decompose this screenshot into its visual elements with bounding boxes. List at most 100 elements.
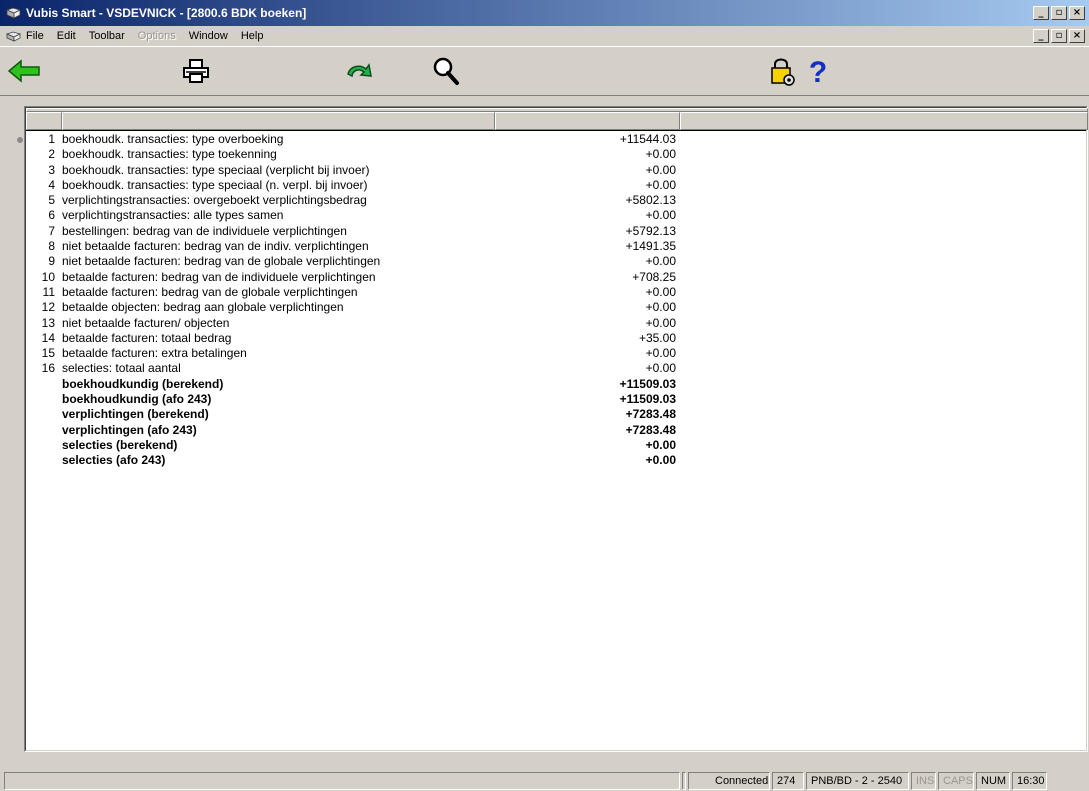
row-description: boekhoudk. transacties: type speciaal (v…: [62, 162, 370, 177]
header-col-description[interactable]: [62, 112, 495, 130]
row-indicator-icon: [17, 137, 23, 143]
menu-options: Options: [137, 30, 176, 42]
help-button[interactable]: ?: [798, 51, 838, 91]
table-row[interactable]: 5 verplichtingstransacties: overgeboekt v…: [26, 193, 1086, 208]
row-description: betaalde objecten: bedrag aan globale ve…: [62, 300, 344, 315]
table-row[interactable]: 2 boekhoudk. transacties: type toekenning…: [26, 147, 1086, 162]
row-value: +0.00: [645, 346, 676, 361]
table-row[interactable]: 3 boekhoudk. transacties: type speciaal (…: [26, 163, 1086, 178]
window-title: Vubis Smart - VSDEVNICK - [2800.6 BDK bo…: [26, 6, 307, 20]
row-description: selecties: totaal aantal: [62, 361, 181, 376]
document-close-button[interactable]: ×: [1069, 29, 1085, 43]
row-value: +11544.03: [619, 132, 676, 146]
row-value: +0.00: [645, 147, 676, 162]
header-divider: [26, 130, 1086, 131]
app-window: Vubis Smart - VSDEVNICK - [2800.6 BDK bo…: [0, 0, 1089, 791]
row-value: +0.00: [645, 208, 676, 223]
data-grid: 1 boekhoudk. transacties: type overboekin…: [24, 106, 1088, 752]
menu-help[interactable]: Help: [241, 30, 264, 42]
row-description: verplichtingstransacties: overgeboekt ve…: [62, 193, 367, 208]
menu-list: File Edit Toolbar Options Window Help: [26, 30, 276, 42]
menu-edit[interactable]: Edit: [57, 30, 76, 42]
window-controls: _ ▫ ×: [1033, 6, 1085, 20]
row-number: 1: [48, 132, 55, 146]
table-row[interactable]: 10 betaalde facturen: bedrag van de indiv…: [26, 270, 1086, 285]
row-description: betaalde facturen: totaal bedrag: [62, 330, 232, 345]
table-row[interactable]: 11 betaalde facturen: bedrag van de globa…: [26, 285, 1086, 300]
table-row[interactable]: 13 niet betaalde facturen/ objecten +0.00: [26, 316, 1086, 331]
row-description: niet betaalde facturen: bedrag van de gl…: [62, 254, 381, 269]
svg-text:?: ?: [809, 56, 827, 87]
redo-button[interactable]: [340, 51, 380, 91]
summary-description: boekhoudkundig (afo 243): [62, 392, 212, 407]
summary-description: selecties (berekend): [62, 437, 178, 452]
document-minimize-button[interactable]: _: [1033, 29, 1049, 43]
help-question-icon: ?: [809, 56, 827, 87]
table-row[interactable]: 14 betaalde facturen: totaal bedrag +35.00: [26, 331, 1086, 346]
table-row[interactable]: 7 bestellingen: bedrag van de individuele…: [26, 224, 1086, 239]
row-list: 1 boekhoudk. transacties: type overboekin…: [26, 132, 1086, 469]
document-restore-button[interactable]: ▫: [1051, 29, 1067, 43]
close-button[interactable]: ×: [1069, 6, 1085, 20]
document-logo-icon[interactable]: [6, 30, 22, 43]
row-number: 3: [48, 162, 55, 177]
row-value: +35.00: [638, 330, 676, 345]
row-value: +0.00: [645, 361, 676, 376]
table-row[interactable]: 16 selecties: totaal aantal +0.00: [26, 361, 1086, 376]
header-col-extra[interactable]: [680, 112, 1088, 130]
grid-frame: 1 boekhoudk. transacties: type overboekin…: [25, 107, 1088, 751]
table-row[interactable]: 12 betaalde objecten: bedrag aan globale …: [26, 300, 1086, 315]
minimize-button[interactable]: _: [1033, 6, 1049, 20]
summary-row[interactable]: verplichtingen (afo 243) +7283.48: [26, 423, 1086, 438]
search-button[interactable]: [426, 51, 466, 91]
row-value: +0.00: [645, 315, 676, 330]
menu-toolbar[interactable]: Toolbar: [89, 30, 125, 42]
table-row[interactable]: 8 niet betaalde facturen: bedrag van de i…: [26, 239, 1086, 254]
row-number: 10: [41, 269, 55, 284]
table-row[interactable]: 1 boekhoudk. transacties: type overboekin…: [26, 132, 1086, 147]
summary-row[interactable]: boekhoudkundig (berekend) +11509.03: [26, 377, 1086, 392]
row-value: +0.00: [645, 254, 676, 269]
row-value: +5802.13: [625, 193, 676, 208]
summary-description: verplichtingen (berekend): [62, 407, 209, 422]
row-description: betaalde facturen: bedrag van de globale…: [62, 284, 358, 299]
security-button[interactable]: [762, 51, 802, 91]
summary-row[interactable]: boekhoudkundig (afo 243) +11509.03: [26, 392, 1086, 407]
summary-value: +7283.48: [625, 407, 676, 422]
status-connection: Connected: [688, 772, 770, 790]
summary-description: selecties (afo 243): [62, 453, 166, 468]
row-number: 4: [48, 177, 55, 192]
summary-row[interactable]: selecties (berekend) +0.00: [26, 438, 1086, 453]
status-count: 274: [772, 772, 804, 790]
status-message: [4, 772, 680, 790]
row-description: boekhoudk. transacties: type overboeking: [62, 132, 284, 146]
maximize-button[interactable]: ▫: [1051, 6, 1067, 20]
header-col-num[interactable]: [26, 112, 62, 130]
summary-row[interactable]: verplichtingen (berekend) +7283.48: [26, 407, 1086, 422]
row-description: niet betaalde facturen/ objecten: [62, 315, 230, 330]
title-bar[interactable]: Vubis Smart - VSDEVNICK - [2800.6 BDK bo…: [0, 0, 1089, 26]
table-row[interactable]: 15 betaalde facturen: extra betalingen +0.…: [26, 346, 1086, 361]
row-description: bestellingen: bedrag van de individuele …: [62, 223, 347, 238]
row-description: betaalde facturen: bedrag van de individ…: [62, 269, 376, 284]
back-button[interactable]: [4, 51, 44, 91]
row-number: 15: [41, 346, 55, 361]
row-number: 6: [48, 208, 55, 223]
status-num: NUM: [976, 772, 1010, 790]
header-col-value[interactable]: [495, 112, 680, 130]
table-row[interactable]: 6 verplichtingstransacties: alle types sa…: [26, 208, 1086, 223]
menu-file[interactable]: File: [26, 30, 44, 42]
grid-header: [26, 108, 1088, 130]
row-number: 12: [41, 300, 55, 315]
row-description: boekhoudk. transacties: type toekenning: [62, 147, 277, 162]
summary-value: +11509.03: [619, 376, 676, 391]
menu-window[interactable]: Window: [189, 30, 228, 42]
row-description: betaalde facturen: extra betalingen: [62, 346, 247, 361]
table-row[interactable]: 4 boekhoudk. transacties: type speciaal (…: [26, 178, 1086, 193]
status-location: PNB/BD - 2 - 2540: [806, 772, 909, 790]
summary-row[interactable]: selecties (afo 243) +0.00: [26, 453, 1086, 468]
status-bar: Connected 274 PNB/BD - 2 - 2540 INS CAPS…: [0, 769, 1089, 791]
table-row[interactable]: 9 niet betaalde facturen: bedrag van de g…: [26, 254, 1086, 269]
print-button[interactable]: [176, 51, 216, 91]
status-caps: CAPS: [938, 772, 974, 790]
